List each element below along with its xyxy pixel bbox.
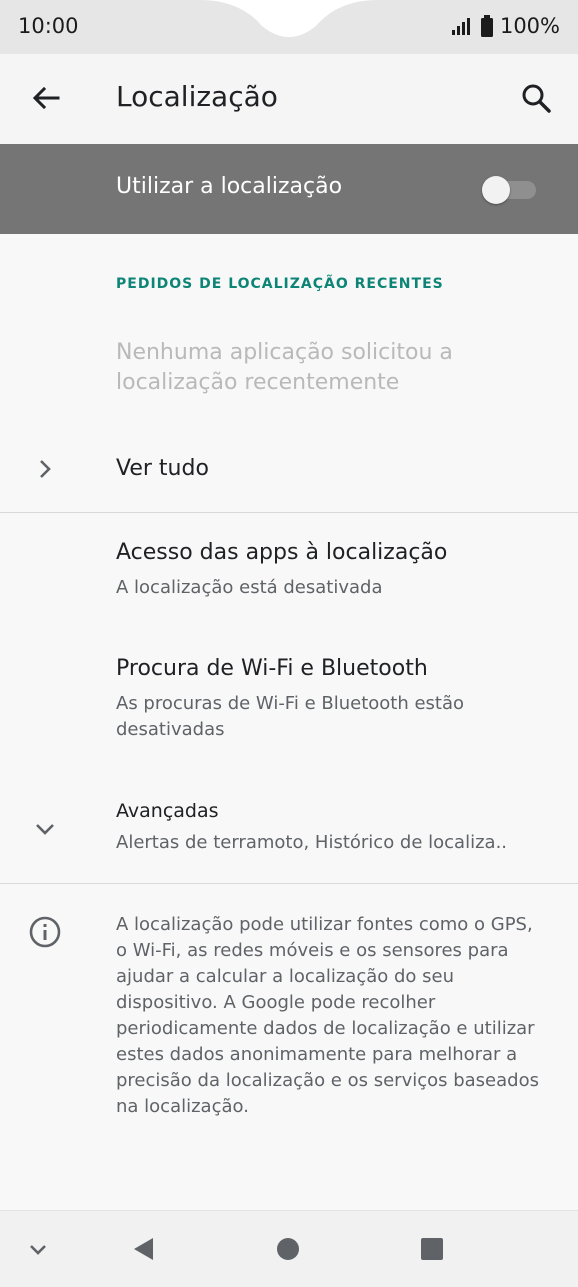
info-icon xyxy=(29,916,61,948)
signal-icon xyxy=(451,18,470,35)
status-indicators: 100% xyxy=(450,14,560,38)
status-bar: 10:00 100% xyxy=(0,0,578,54)
page-title: Localização xyxy=(116,80,278,113)
recent-requests-header: PEDIDOS DE LOCALIZAÇÃO RECENTES xyxy=(116,276,444,292)
home-circle-icon[interactable] xyxy=(272,1233,304,1265)
chevron-down-icon[interactable] xyxy=(22,1233,54,1265)
status-time: 10:00 xyxy=(18,14,79,38)
battery-icon xyxy=(480,15,493,37)
recent-requests-empty: Nenhuma aplicação solicitou a localizaçã… xyxy=(116,340,453,395)
wifi-bluetooth-scanning-title: Procura de Wi-Fi e Bluetooth xyxy=(116,656,428,681)
app-bar: Localização xyxy=(0,54,578,144)
advanced-row[interactable]: Avançadas Alertas de terramoto, Históric… xyxy=(0,784,578,880)
divider xyxy=(0,512,578,513)
use-location-switch[interactable] xyxy=(482,176,536,204)
battery-percent: 100% xyxy=(499,14,560,38)
advanced-title: Avançadas xyxy=(116,800,219,822)
recents-square-icon[interactable] xyxy=(416,1233,448,1265)
see-all-label: Ver tudo xyxy=(116,456,209,481)
search-icon[interactable] xyxy=(516,78,556,118)
app-location-access-row[interactable]: Acesso das apps à localização A localiza… xyxy=(0,522,578,622)
see-all-row[interactable]: Ver tudo xyxy=(0,432,578,510)
location-info-text: A localização pode utilizar fontes como … xyxy=(116,914,539,1117)
app-location-access-title: Acesso das apps à localização xyxy=(116,540,448,565)
chevron-down-icon xyxy=(36,824,54,835)
advanced-subtitle: Alertas de terramoto, Histórico de local… xyxy=(116,832,508,853)
divider xyxy=(0,883,578,884)
back-triangle-icon[interactable] xyxy=(128,1233,160,1265)
use-location-label: Utilizar a localização xyxy=(116,174,343,199)
system-nav-bar xyxy=(0,1210,578,1287)
app-location-access-subtitle: A localização está desativada xyxy=(116,577,383,598)
chevron-right-icon xyxy=(40,460,51,478)
wifi-bluetooth-scanning-row[interactable]: Procura de Wi-Fi e Bluetooth As procuras… xyxy=(0,640,578,760)
switch-thumb xyxy=(482,176,510,204)
arrow-left-icon[interactable] xyxy=(26,78,66,118)
wifi-bluetooth-scanning-subtitle: As procuras de Wi-Fi e Bluetooth estão d… xyxy=(116,693,465,740)
use-location-toggle-row[interactable]: Utilizar a localização xyxy=(0,144,578,234)
